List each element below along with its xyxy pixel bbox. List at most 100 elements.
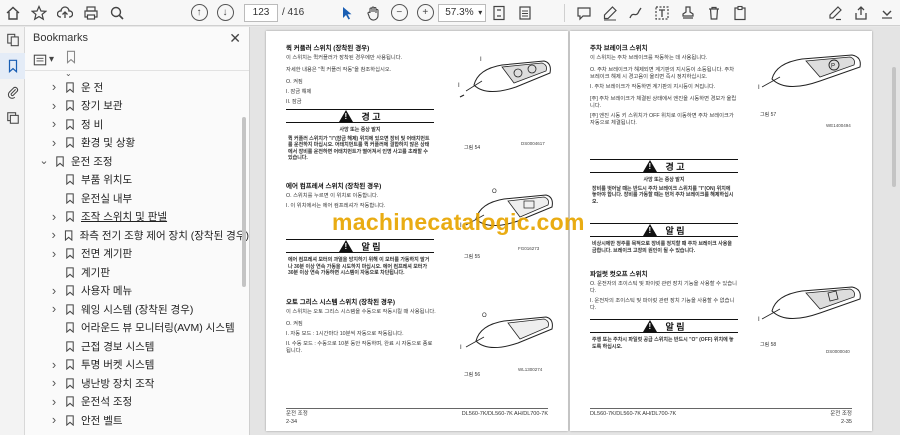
find-icon[interactable]: [106, 2, 128, 24]
chevron-right-icon[interactable]: ›: [49, 247, 59, 260]
notice-text: 주행 또는 주차시 파일럿 공급 스위치는 반드시 "O" (OFF) 위치에 …: [592, 337, 734, 350]
pdf-page-right: 주차 브레이크 스위치 이 스위치는 주차 브레이크를 작동하는 데 사용됩니다…: [570, 31, 872, 431]
hand-tool-icon[interactable]: [362, 2, 384, 24]
notice-label: 알 림: [361, 241, 381, 252]
bookmarks-panel-icon[interactable]: [0, 53, 25, 79]
chevron-right-icon[interactable]: ›: [49, 376, 59, 389]
bookmark-item[interactable]: › 운 전: [25, 78, 249, 97]
list-item: I. 운전자의 조이스틱 및 파이럿 관련 장치 기능을 사용할 수 없습니다.: [590, 298, 735, 311]
notice-banner: 알 림: [590, 319, 738, 333]
bookmarks-header: Bookmarks ✕: [25, 27, 249, 49]
page-thumbnails-icon[interactable]: [0, 27, 25, 53]
expand-icon[interactable]: [876, 2, 898, 24]
delete-icon[interactable]: [703, 2, 725, 24]
chevron-right-icon[interactable]: ›: [49, 210, 59, 223]
bookmark-item[interactable]: 운전실 내부: [25, 189, 249, 208]
footer-page-number: 2-34: [286, 419, 298, 425]
bookmark-item[interactable]: › 조작 스위치 및 판넬: [25, 208, 249, 227]
sign-pen-icon[interactable]: [824, 2, 846, 24]
svg-text:I: I: [758, 85, 760, 91]
section-title: 주차 브레이크 스위치: [590, 45, 648, 52]
figure-code: WL1300274: [518, 367, 543, 372]
text-box-icon[interactable]: [651, 2, 673, 24]
next-page-button[interactable]: ↓: [214, 2, 236, 24]
chevron-right-icon[interactable]: ›: [49, 228, 58, 241]
bookmark-item[interactable]: › 안전 벨트: [25, 411, 249, 430]
chevron-down-icon[interactable]: ⌄: [39, 156, 49, 167]
viewer-scrollbar[interactable]: [892, 67, 896, 187]
stamp-icon[interactable]: [677, 2, 699, 24]
bookmark-icon: [66, 119, 74, 130]
rocker-switch-illustration: I I: [458, 57, 551, 98]
clipboard-icon[interactable]: [729, 2, 751, 24]
notice-text: 비상시에만 정주를 목적으로 장비를 정지할 때 주차 브레이크 사용을 금합니…: [592, 241, 732, 254]
warning-label: 경 고: [361, 111, 381, 122]
bookmark-item[interactable]: › 투명 버켓 시스템: [25, 356, 249, 375]
print-icon[interactable]: [80, 2, 102, 24]
left-tool-rail: [0, 27, 25, 435]
zoom-out-button[interactable]: −: [388, 2, 410, 24]
attachments-icon[interactable]: [0, 79, 25, 105]
chevron-right-icon[interactable]: ›: [49, 413, 59, 426]
highlight-pen-icon[interactable]: [599, 2, 621, 24]
upload-cloud-icon[interactable]: [54, 2, 76, 24]
figure-code: DS0004617: [521, 141, 545, 146]
bookmark-icon: [65, 230, 73, 241]
draw-icon[interactable]: [625, 2, 647, 24]
page-number-input[interactable]: 123: [244, 3, 278, 22]
list-item: O. 스위치를 누르면 이 위치로 이동합니다.: [286, 193, 379, 199]
prev-page-button[interactable]: ↑: [188, 2, 210, 24]
pilot-cutoff-switch-illustration: I: [758, 286, 861, 323]
toolbar-divider: [564, 3, 566, 22]
bookmark-item[interactable]: › 운전석 조정: [25, 393, 249, 412]
bookmark-item[interactable]: › 정 비: [25, 115, 249, 134]
bookmark-label: 투명 버켓 시스템: [81, 359, 155, 372]
bookmark-item[interactable]: 부품 위치도: [25, 171, 249, 190]
svg-text:I: I: [480, 57, 482, 63]
bookmark-icon: [56, 156, 64, 167]
scroll-mode-icon[interactable]: [514, 2, 536, 24]
bookmark-add-icon[interactable]: [64, 50, 78, 69]
bookmark-item[interactable]: 근접 경보 시스템: [25, 337, 249, 356]
bookmark-options-icon[interactable]: ▾: [33, 53, 54, 67]
notice-banner: 알 림: [590, 223, 738, 237]
bookmark-item[interactable]: ⌄ 운전 조정: [25, 152, 249, 171]
bookmark-item[interactable]: › 웨잉 시스템 (장착된 경우): [25, 300, 249, 319]
list-item: O. 운전자의 조이스틱 및 파이럿 관련 장치 기능을 사용할 수 있습니다.: [590, 281, 738, 294]
zoom-level-select[interactable]: 57.3% ▾: [438, 3, 487, 22]
svg-text:O: O: [492, 189, 497, 195]
close-icon[interactable]: ✕: [229, 30, 241, 47]
chevron-right-icon[interactable]: ›: [49, 358, 59, 371]
bookmark-tree: ⌄ › 운 전 › 장기 보관 › 정 비 › 환경 및 상황 ⌄ 운전 조정 부품 위치도 운전실 …: [25, 71, 249, 433]
bookmark-item[interactable]: › 사용자 메뉴: [25, 282, 249, 301]
select-cursor-icon[interactable]: [336, 2, 358, 24]
share-icon[interactable]: [850, 2, 872, 24]
chevron-right-icon[interactable]: ›: [49, 80, 59, 93]
warning-body: 사망 또는 중상 발지 장비를 벗어날 때는 반드시 주차 브레이크 스위치를 …: [592, 177, 736, 205]
zoom-in-button[interactable]: +: [414, 2, 436, 24]
chevron-right-icon[interactable]: ›: [49, 395, 59, 408]
bookmark-item[interactable]: › 환경 및 상황: [25, 134, 249, 153]
fit-page-icon[interactable]: [488, 2, 510, 24]
bookmark-item[interactable]: 어라운드 뷰 모니터링(AVM) 시스템: [25, 319, 249, 338]
bookmark-item[interactable]: › 냉난방 장치 조작: [25, 374, 249, 393]
warning-body: 사망 또는 중상 발지 퀵 커플러 스위치가 "I"(잠금 해제) 위치에 있으…: [288, 127, 432, 162]
comment-icon[interactable]: [573, 2, 595, 24]
star-icon[interactable]: [28, 2, 50, 24]
chevron-right-icon[interactable]: ›: [49, 99, 59, 112]
chevron-right-icon[interactable]: ›: [49, 302, 59, 315]
layers-icon[interactable]: [0, 105, 25, 131]
bookmark-icon: [66, 174, 74, 186]
bookmark-item[interactable]: › 전면 계기판: [25, 245, 249, 264]
bookmark-item[interactable]: › 좌측 전기 조향 제어 장치 (장착된 경우): [25, 226, 249, 245]
chevron-right-icon[interactable]: ›: [49, 284, 59, 297]
warning-banner: 경 고: [590, 159, 738, 173]
chevron-right-icon[interactable]: ›: [49, 117, 59, 130]
panel-scrollbar[interactable]: [242, 117, 246, 287]
home-icon[interactable]: [2, 2, 24, 24]
chevron-right-icon[interactable]: ›: [49, 136, 59, 149]
bookmark-item[interactable]: › 장기 보관: [25, 97, 249, 116]
bookmark-item[interactable]: 계기판: [25, 263, 249, 282]
parking-brake-section: 주차 브레이크 스위치 이 스위치는 주차 브레이크를 작동하는 데 사용됩니다…: [590, 45, 740, 127]
footer-rule: [286, 408, 548, 409]
